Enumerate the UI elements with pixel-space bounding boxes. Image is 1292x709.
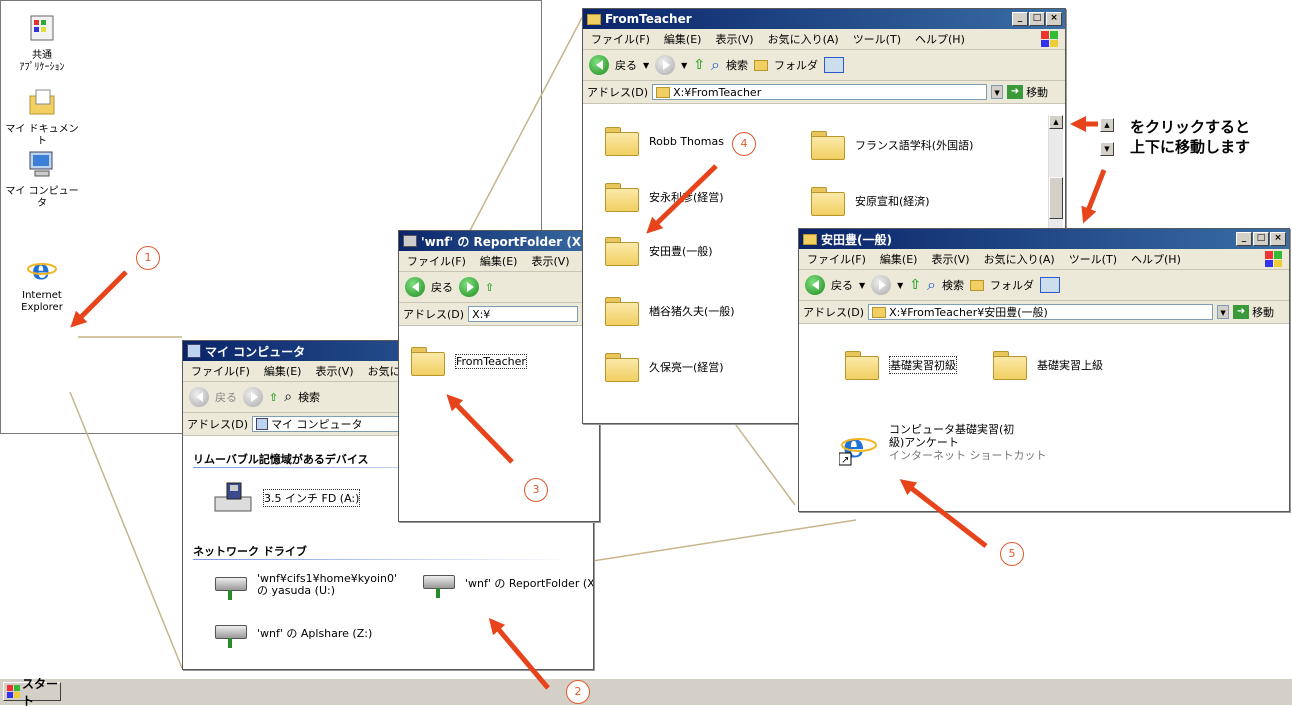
arrow-5-icon	[899, 479, 988, 548]
instruction-arrows	[70, 115, 1107, 690]
arrow-1-icon	[70, 270, 128, 328]
step-badge-5: 5	[1000, 542, 1024, 566]
step-badge-2: 2	[566, 680, 590, 704]
arrow-4-icon	[646, 164, 718, 234]
step-badge-3: 3	[524, 478, 548, 502]
arrow-2-icon	[488, 617, 550, 690]
step-badge-4: 4	[732, 132, 756, 156]
arrow-3-icon	[446, 394, 514, 464]
arrow-to-scrollbar-icon	[1081, 169, 1107, 224]
step-badge-1: 1	[136, 246, 160, 270]
